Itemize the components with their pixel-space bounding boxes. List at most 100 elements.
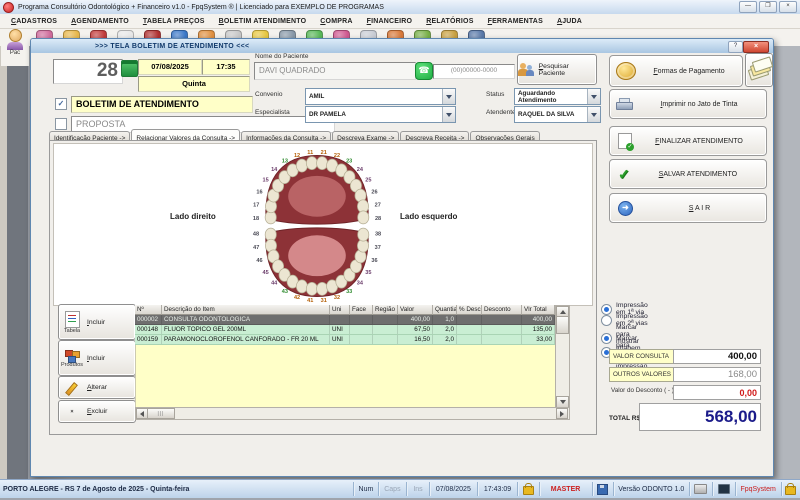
status-select[interactable]: Aguardando Atendimento: [514, 88, 601, 105]
floppy-icon: [593, 482, 614, 496]
weekday-field: Quinta: [138, 76, 250, 92]
salvar-button[interactable]: ✓ SALVAR ATENDIMENTO: [609, 159, 767, 189]
whatsapp-icon[interactable]: ☎: [415, 62, 433, 80]
lock-icon: [518, 482, 539, 496]
search-patient-label: Pesquisar Paciente: [539, 63, 596, 77]
svg-text:24: 24: [357, 167, 364, 173]
patient-button-label: Pac: [10, 50, 20, 56]
status-brand: FpqSystem: [736, 482, 782, 496]
imprimir-button[interactable]: Imprimir no Jato de Tinta: [609, 89, 767, 119]
horizontal-scrollbar[interactable]: |||: [135, 407, 570, 420]
table-header-cell[interactable]: Desconto: [482, 305, 522, 315]
svg-text:22: 22: [334, 153, 340, 159]
restore-button[interactable]: ❐: [759, 1, 777, 13]
table-row[interactable]: 000148FLUOR TOPICO GEL 200MLUNI 67,502,0…: [135, 325, 555, 335]
phone-field[interactable]: (00)00000-0000: [433, 64, 515, 79]
alterar-button[interactable]: Alterar: [58, 376, 136, 399]
table-row[interactable]: 000002CONSULTA ODONTOLOGICA 400,001,0 40…: [135, 315, 555, 325]
excluir-label: Excluir: [87, 408, 107, 415]
chevron-down-icon[interactable]: [442, 89, 455, 104]
coin-icon: [616, 62, 636, 80]
svg-text:18: 18: [253, 216, 259, 222]
status-label: Status: [486, 91, 504, 98]
table-body: 000002CONSULTA ODONTOLOGICA 400,001,0 40…: [135, 315, 555, 345]
close-button[interactable]: ×: [779, 1, 797, 13]
menu-item[interactable]: AGENDAMENTO: [64, 18, 136, 25]
sair-button[interactable]: ➜ S A I R: [609, 193, 767, 223]
table-header-cell[interactable]: % Desc.: [457, 305, 482, 315]
help-button[interactable]: ?: [728, 41, 743, 53]
table-header-cell[interactable]: Face: [350, 305, 373, 315]
valor-consulta-value[interactable]: 400,00: [673, 349, 761, 364]
menu-item[interactable]: TABELA PREÇOS: [136, 18, 212, 25]
especialista-select[interactable]: DR PAMELA: [305, 106, 456, 123]
outros-valores-value[interactable]: 168,00: [673, 367, 761, 382]
table-header-cell[interactable]: Quantia: [433, 305, 457, 315]
app-icon: [3, 2, 14, 13]
status-ins: Ins: [407, 482, 430, 496]
table-header-cell[interactable]: Uni: [330, 305, 350, 315]
patient-name-input[interactable]: DAVI QUADRADO: [254, 62, 416, 80]
table-row[interactable]: 000159PARAMONOCLOROFENOL CANFORADO - FR …: [135, 335, 555, 345]
formas-pagamento-button[interactable]: Formas de Pagamento: [609, 55, 743, 87]
convenio-select[interactable]: AMIL: [305, 88, 456, 105]
menu-item[interactable]: COMPRA: [313, 18, 359, 25]
boletim-window: >>> TELA BOLETIM DE ATENDIMENTO <<< ? × …: [30, 38, 774, 477]
window-close-button[interactable]: ×: [743, 41, 769, 53]
vertical-scrollbar[interactable]: [555, 305, 570, 409]
desconto-label: Valor do Desconto ( - ): [611, 387, 674, 394]
menu-item[interactable]: CADASTROS: [4, 18, 64, 25]
alterar-label: Alterar: [87, 384, 107, 391]
table-header-cell[interactable]: Descrição do Item: [162, 305, 330, 315]
status-location: PORTO ALEGRE - RS 7 de Agosto de 2025 - …: [0, 482, 354, 496]
svg-text:48: 48: [253, 232, 259, 238]
horizontal-scrollbar-thumb[interactable]: |||: [147, 408, 175, 419]
time-field[interactable]: 17:35: [202, 59, 250, 75]
toolbar-patient-button[interactable]: Pac: [1, 28, 29, 66]
incluir-produtos-button[interactable]: Produtos Incluir: [58, 340, 136, 376]
desconto-value[interactable]: 0,00: [673, 385, 761, 400]
incluir-produtos-label: Incluir: [87, 355, 105, 362]
chevron-down-icon[interactable]: [587, 107, 600, 122]
chevron-down-icon[interactable]: [587, 89, 600, 104]
chevron-down-icon[interactable]: [442, 107, 455, 122]
excluir-button[interactable]: × Excluir: [58, 400, 136, 423]
incluir-tabela-button[interactable]: Tabela Incluir: [58, 304, 136, 340]
table-header-cell[interactable]: Região: [373, 305, 398, 315]
calendar-icon[interactable]: [121, 60, 138, 77]
search-patient-button[interactable]: Pesquisar Paciente: [517, 54, 597, 85]
table-header-cell[interactable]: Nº: [135, 305, 162, 315]
boletim-window-titlebar[interactable]: >>> TELA BOLETIM DE ATENDIMENTO <<<: [31, 39, 773, 53]
svg-text:44: 44: [271, 281, 278, 287]
money-notes-button[interactable]: [745, 53, 773, 87]
boletim-checkbox[interactable]: ✓: [55, 98, 67, 110]
minimize-button[interactable]: —: [739, 1, 757, 13]
left-side-label: Lado esquerdo: [400, 212, 457, 221]
boletim-window-title: >>> TELA BOLETIM DE ATENDIMENTO <<<: [95, 43, 249, 50]
svg-text:42: 42: [294, 295, 300, 301]
atendente-value: RAQUEL DA SILVA: [518, 111, 574, 118]
record-number-field[interactable]: 28: [53, 59, 123, 84]
table-header-cell[interactable]: Vlr Total: [522, 305, 555, 315]
menu-item[interactable]: AJUDA: [550, 18, 589, 25]
finalizar-label: FINALIZAR ATENDIMENTO: [632, 138, 766, 145]
atendente-select[interactable]: RAQUEL DA SILVA: [514, 106, 601, 123]
tab-page: 18171615141312112122232425262728 4847464…: [49, 140, 597, 435]
svg-text:35: 35: [365, 270, 371, 276]
menu-item[interactable]: BOLETIM ATENDIMENTO: [212, 18, 314, 25]
pencil-icon: [59, 380, 85, 396]
svg-text:25: 25: [365, 177, 371, 183]
date-field[interactable]: 07/08/2025: [138, 59, 202, 75]
vertical-scrollbar-thumb[interactable]: [556, 316, 569, 334]
convenio-label: Convenio: [255, 91, 282, 98]
menu-item[interactable]: FERRAMENTAS: [481, 18, 550, 25]
table-header-cell[interactable]: Valor: [398, 305, 433, 315]
menu-item[interactable]: RELATÓRIOS: [419, 18, 480, 25]
sair-label: S A I R: [633, 205, 766, 212]
convenio-value: AMIL: [309, 93, 324, 100]
svg-text:21: 21: [321, 150, 327, 156]
right-side-label: Lado direito: [170, 212, 216, 221]
valor-consulta-label: VALOR CONSULTA: [609, 349, 676, 364]
menu-item[interactable]: FINANCEIRO: [360, 18, 420, 25]
finalizar-button[interactable]: FINALIZAR ATENDIMENTO: [609, 126, 767, 156]
